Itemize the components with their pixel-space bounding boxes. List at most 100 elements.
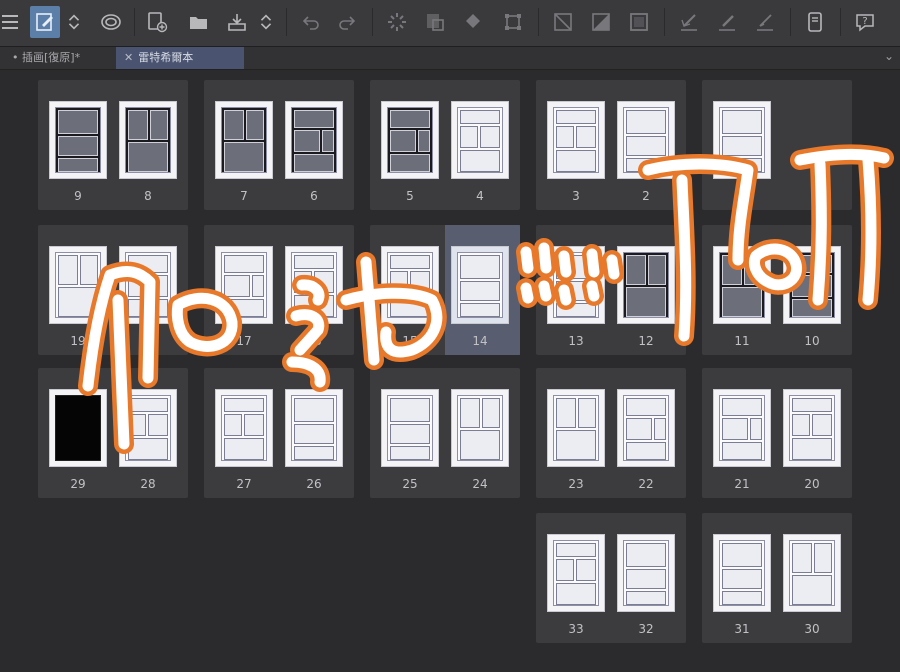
page-number: 26: [306, 477, 322, 491]
pen-check-icon[interactable]: [674, 6, 704, 38]
page-thumbnail[interactable]: [382, 247, 438, 323]
page-thumbnail[interactable]: [452, 390, 508, 466]
page-thumbnail[interactable]: [50, 390, 106, 466]
transform-icon[interactable]: [498, 6, 528, 38]
page-thumbnail[interactable]: [286, 102, 342, 178]
comic-panel: [626, 158, 666, 172]
page-frame: [789, 395, 835, 461]
gradient-icon[interactable]: [586, 6, 616, 38]
page-frame: [55, 252, 101, 318]
page-thumbnail[interactable]: [50, 247, 106, 323]
comic-panel: [390, 424, 430, 444]
comic-panel: [792, 575, 832, 605]
page-thumbnail[interactable]: [714, 102, 770, 178]
page-thumbnail[interactable]: [548, 247, 604, 323]
open-folder-icon[interactable]: [184, 6, 214, 38]
page-thumbnail[interactable]: [548, 390, 604, 466]
page-thumbnail[interactable]: [618, 102, 674, 178]
comic-panel: [294, 424, 334, 444]
page-thumbnail[interactable]: [382, 102, 438, 178]
page-thumbnail[interactable]: [120, 390, 176, 466]
page-thumbnail[interactable]: [286, 247, 342, 323]
clear-layer-icon[interactable]: [420, 6, 450, 38]
comic-panel: [578, 398, 596, 428]
page-spread[interactable]: 29 28: [38, 368, 188, 498]
fill-icon[interactable]: [458, 6, 488, 38]
page-spread[interactable]: 98: [38, 80, 188, 210]
page-spread[interactable]: 1: [702, 80, 852, 210]
smartphone-icon[interactable]: [800, 6, 830, 38]
page-thumbnail[interactable]: [216, 247, 272, 323]
page-thumbnail[interactable]: [784, 535, 840, 611]
selection-icon[interactable]: [548, 6, 578, 38]
page-thumbnail[interactable]: [216, 390, 272, 466]
page-spread[interactable]: 76: [204, 80, 354, 210]
page-thumbnail[interactable]: [714, 535, 770, 611]
comic-panel: [128, 414, 146, 436]
comic-panel: [722, 543, 762, 567]
page-thumbnail[interactable]: [714, 247, 770, 323]
tab-active-document[interactable]: ✕ 雷特希爾本: [116, 47, 244, 69]
comic-panel: [460, 110, 500, 124]
page-spread[interactable]: 19 18: [38, 225, 188, 355]
page-thumbnail[interactable]: [618, 390, 674, 466]
page-thumbnail[interactable]: [784, 390, 840, 466]
page-thumbnail[interactable]: [618, 247, 674, 323]
comic-panel: [294, 110, 334, 128]
page-spread[interactable]: 27 26: [204, 368, 354, 498]
page-thumbnail[interactable]: [286, 390, 342, 466]
loading-spinner-icon[interactable]: [382, 6, 412, 38]
brush-icon[interactable]: [712, 6, 742, 38]
new-page-icon[interactable]: [142, 6, 172, 38]
page-thumbnail[interactable]: [452, 247, 508, 323]
page-thumbnail[interactable]: [548, 102, 604, 178]
page-thumbnail[interactable]: [618, 535, 674, 611]
undo-icon[interactable]: [296, 6, 326, 38]
comic-panel: [556, 398, 576, 428]
page-spread[interactable]: 25 24: [370, 368, 520, 498]
edit-page-icon[interactable]: [30, 6, 60, 38]
tab-illustration[interactable]: • 插画[復原]*: [4, 47, 88, 69]
chevron-down-icon[interactable]: ⌄: [884, 49, 894, 63]
page-frame: [789, 252, 835, 318]
page-thumbnail[interactable]: [784, 247, 840, 323]
pencil-icon[interactable]: [750, 6, 780, 38]
square-icon[interactable]: [624, 6, 654, 38]
sort-arrows-icon[interactable]: [64, 6, 84, 38]
export-icon[interactable]: [222, 6, 252, 38]
page-spread[interactable]: 54: [370, 80, 520, 210]
page-spread[interactable]: 11 10: [702, 225, 852, 355]
help-icon[interactable]: ?: [850, 6, 880, 38]
page-frame: [719, 252, 765, 318]
comic-panel: [722, 569, 762, 589]
page-spread[interactable]: 31 30: [702, 513, 852, 643]
page-thumbnail[interactable]: [382, 390, 438, 466]
page-number: 4: [476, 189, 484, 203]
close-icon[interactable]: ✕: [124, 51, 133, 64]
page-spread[interactable]: 21 20: [702, 368, 852, 498]
page-spread[interactable]: 32: [536, 80, 686, 210]
page-spread[interactable]: 33 32: [536, 513, 686, 643]
comic-panel: [460, 430, 500, 460]
redo-icon[interactable]: [332, 6, 362, 38]
hamburger-menu-icon[interactable]: [0, 6, 22, 38]
page-thumbnail[interactable]: [452, 102, 508, 178]
page-spread[interactable]: 23 22: [536, 368, 686, 498]
comic-panel: [556, 583, 596, 605]
comic-panel: [556, 543, 596, 557]
page-thumbnail[interactable]: [50, 102, 106, 178]
spiral-icon[interactable]: [96, 6, 126, 38]
comic-panel: [460, 398, 480, 428]
page-thumbnail[interactable]: [548, 535, 604, 611]
comic-panel: [224, 438, 264, 460]
page-thumbnail[interactable]: [120, 102, 176, 178]
page-thumbnail[interactable]: [216, 102, 272, 178]
sort-arrows-icon[interactable]: [256, 6, 276, 38]
page-thumbnail[interactable]: [120, 247, 176, 323]
comic-panel: [294, 255, 334, 269]
page-thumbnail[interactable]: [714, 390, 770, 466]
page-number: 29: [70, 477, 86, 491]
page-spread[interactable]: 17 16: [204, 225, 354, 355]
page-spread[interactable]: 13 12: [536, 225, 686, 355]
page-spread[interactable]: 15 14: [370, 225, 520, 355]
